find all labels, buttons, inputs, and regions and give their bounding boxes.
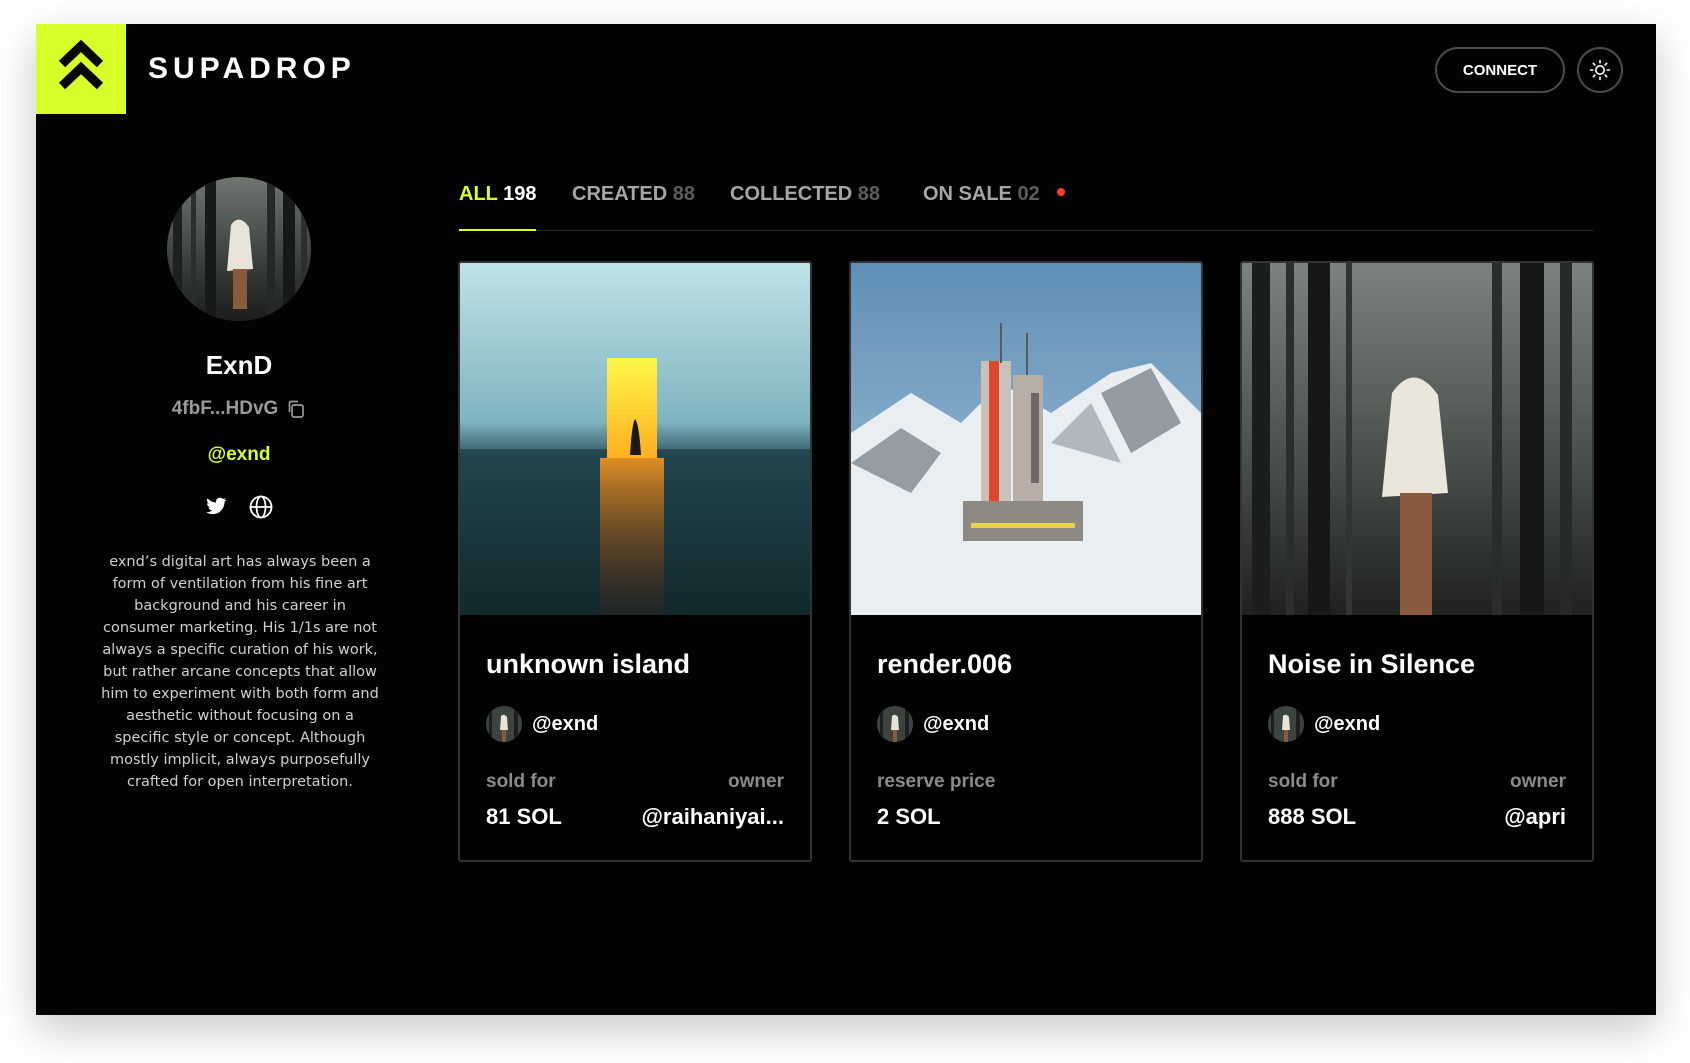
wallet-address: 4fbF...HDvG [171, 398, 279, 419]
price-value: 888 SOL [1268, 804, 1357, 829]
nft-title: Noise in Silence [1268, 649, 1476, 679]
nft-artwork [851, 263, 1201, 615]
tab-created[interactable]: CREATED 88 [572, 174, 695, 230]
creator-handle: @exnd [1314, 712, 1381, 735]
creator-avatar [877, 706, 913, 742]
creator-avatar [486, 706, 522, 742]
nft-card-unknown-island[interactable]: unknown island @exnd sold for 81 SOL own… [458, 261, 812, 862]
owner-value[interactable]: @raihaniyai... [641, 804, 784, 830]
price-value: 2 SOL [877, 804, 941, 829]
tab-collected[interactable]: COLLECTED 88 [730, 174, 880, 230]
social-links [66, 494, 412, 520]
price-label: sold for [486, 771, 556, 792]
price-label: reserve price [877, 771, 996, 792]
creator-avatar [1268, 706, 1304, 742]
double-chevron-up-icon [58, 39, 104, 90]
globe-icon[interactable] [248, 494, 274, 520]
tab-label: ON SALE [923, 183, 1012, 205]
profile-bio: exnd’s digital art has always been a for… [101, 554, 379, 790]
creator-handle: @exnd [923, 712, 990, 735]
connect-button[interactable]: CONNECT [1435, 47, 1565, 93]
tab-count: 88 [672, 183, 695, 205]
creator-handle: @exnd [532, 712, 599, 735]
nft-artwork [460, 263, 810, 615]
profile-avatar [167, 177, 311, 321]
nft-card-render-006[interactable]: render.006 @exnd reserve price 2 SOL [849, 261, 1203, 862]
nft-artwork [1242, 263, 1592, 615]
sun-icon [1589, 59, 1611, 81]
tab-count: 02 [1017, 183, 1040, 205]
tab-all[interactable]: ALL 198 [459, 174, 537, 231]
creator-row[interactable]: @exnd [1268, 706, 1380, 742]
brand-name: SUPADROP [148, 52, 356, 85]
tab-on-sale[interactable]: ON SALE 02 [923, 174, 1066, 230]
twitter-icon[interactable] [204, 494, 228, 518]
owner-label: owner [728, 771, 784, 792]
price-label: sold for [1268, 771, 1338, 792]
nft-title: render.006 [877, 649, 1013, 679]
logo[interactable] [36, 24, 126, 114]
on-sale-indicator-dot [1057, 188, 1066, 196]
app-window: SUPADROP CONNECT ExnD 4fbF...HDvG @exnd … [36, 24, 1656, 1015]
tab-label: COLLECTED [730, 183, 853, 205]
tab-count: 88 [857, 183, 881, 205]
creator-row[interactable]: @exnd [877, 706, 989, 742]
nft-title: unknown island [486, 649, 691, 679]
theme-toggle-button[interactable] [1577, 47, 1623, 93]
wallet-address-row: 4fbF...HDvG [66, 398, 412, 420]
copy-icon[interactable] [286, 399, 306, 419]
tab-label: ALL [459, 183, 498, 205]
collection-tabs: ALL 198 CREATED 88 COLLECTED 88 ON SALE … [459, 174, 1594, 231]
nft-card-noise-in-silence[interactable]: Noise in Silence @exnd sold for 888 SOL … [1240, 261, 1594, 862]
price-value: 81 SOL [486, 804, 562, 829]
tab-count: 198 [503, 183, 537, 205]
owner-value[interactable]: @apri [1504, 804, 1566, 830]
profile-handle[interactable]: @exnd [66, 444, 412, 466]
owner-label: owner [1510, 771, 1566, 792]
creator-row[interactable]: @exnd [486, 706, 598, 742]
profile-name: ExnD [205, 350, 273, 380]
tab-label: CREATED [572, 183, 668, 205]
